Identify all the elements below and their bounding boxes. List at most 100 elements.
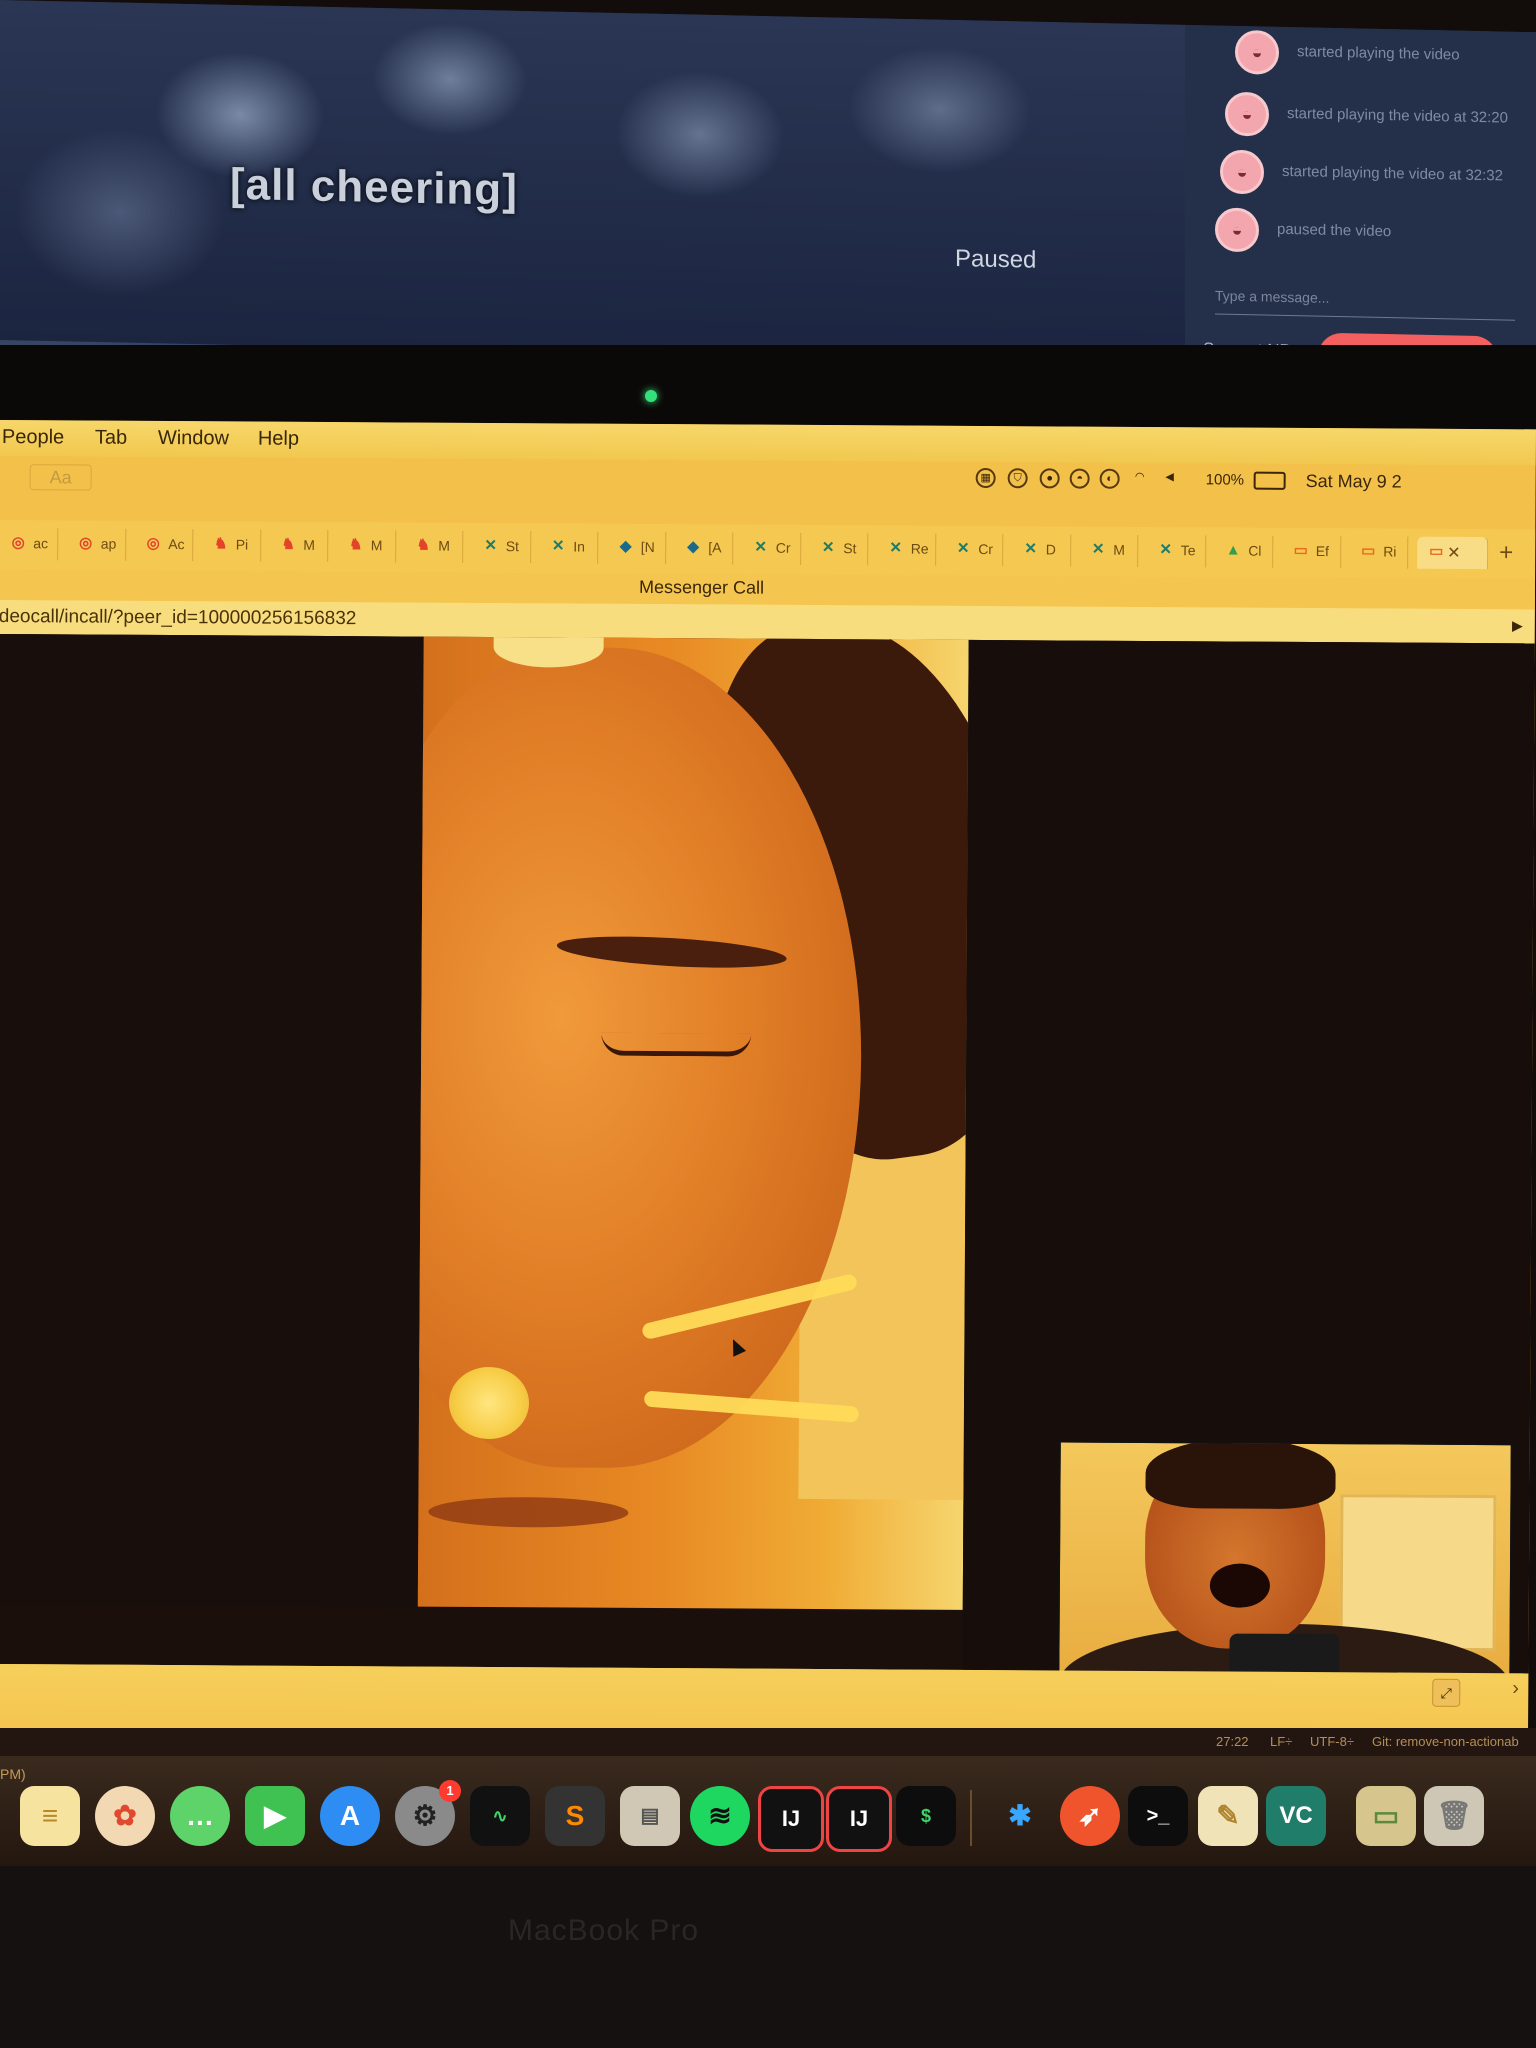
finder-folder-icon[interactable]: ▭ — [1356, 1786, 1416, 1846]
dock: PM) ≡ ✿ … ▶ A ⚙ 1 ∿ S ▤ ≋ IJ IJ $ ✱ ➶ >_… — [0, 1756, 1536, 1866]
sublime-text-icon[interactable]: S — [545, 1786, 605, 1846]
messenger-composer-strip: Aa — [0, 460, 120, 491]
tab-item[interactable]: ◆ [A — [674, 532, 734, 565]
self-hair — [1145, 1440, 1336, 1510]
tab-item[interactable]: ✕ St — [471, 530, 531, 564]
chat-input[interactable]: Type a message... — [1215, 287, 1515, 321]
notification-badge: 1 — [439, 1780, 461, 1802]
tab-label: St — [505, 538, 520, 555]
gitlab-icon: ♞ — [281, 535, 296, 553]
spotify-icon[interactable]: ≋ — [690, 1786, 750, 1846]
git-branch[interactable]: Git: remove-non-actionab — [1372, 1734, 1519, 1749]
remote-participant-video[interactable] — [417, 636, 969, 1610]
menu-bar-clock[interactable]: Sat May 9 2 — [1306, 471, 1402, 493]
x-icon: ✕ — [1159, 541, 1173, 559]
wifi-icon[interactable]: ◠ — [1130, 469, 1150, 489]
tab-item[interactable]: ◎ ap — [66, 528, 126, 561]
battery-percentage[interactable]: 100% — [1206, 471, 1244, 488]
trash-icon[interactable]: 🗑 — [1424, 1786, 1484, 1846]
pages-icon[interactable]: ✎ — [1198, 1786, 1258, 1846]
tab-label: Te — [1180, 542, 1196, 559]
tab-label: M — [1113, 541, 1125, 558]
chat-message-text: paused the video — [1277, 220, 1392, 241]
tab-item[interactable]: ♞ M — [404, 530, 464, 563]
tab-item[interactable]: ♞ Pi — [201, 529, 261, 562]
slides-icon: ▭ — [1361, 542, 1376, 560]
menu-help[interactable]: Help — [258, 428, 299, 451]
tab-item[interactable]: ✕ Te — [1146, 535, 1206, 568]
tab-item[interactable]: ✕ Re — [876, 533, 936, 566]
x-icon: ✕ — [551, 537, 565, 555]
intellij-icon[interactable]: IJ — [826, 1786, 892, 1852]
photos-icon[interactable]: ✿ — [95, 1786, 155, 1846]
bookmark-icon[interactable]: ▶ — [1512, 617, 1523, 634]
file-encoding[interactable]: UTF-8÷ — [1310, 1734, 1354, 1749]
shield-icon[interactable]: ⛉ — [1007, 468, 1028, 489]
battery-icon[interactable] — [1253, 471, 1286, 490]
expand-icon[interactable]: ⤢ — [1432, 1678, 1461, 1707]
tab-item[interactable]: ✕ Cr — [741, 532, 801, 565]
user-icon[interactable]: ◓ — [1069, 468, 1090, 489]
new-tab-button[interactable]: + — [1499, 539, 1513, 567]
x-icon: ✕ — [484, 536, 498, 555]
messenger-call-area — [0, 633, 1535, 1713]
x-icon: ✕ — [956, 539, 970, 557]
external-video-player[interactable]: [all cheering] Paused — [0, 0, 1185, 365]
tab-item[interactable]: ▭ Ef — [1281, 535, 1341, 569]
x-icon: ✕ — [1091, 540, 1105, 558]
facetime-icon[interactable]: ▶ — [245, 1786, 305, 1846]
swift-icon[interactable]: ➶ — [1060, 1786, 1120, 1846]
intellij-icon[interactable]: IJ — [758, 1786, 824, 1852]
terminal-icon[interactable]: >_ — [1128, 1786, 1188, 1846]
app-store-icon[interactable]: A — [320, 1786, 380, 1846]
dock-separator — [970, 1790, 972, 1846]
tab-item[interactable]: ◆ [N — [606, 531, 666, 565]
tab-item[interactable]: ▲ Cl — [1214, 535, 1274, 568]
user-avatar-icon: ◒ — [1215, 207, 1259, 253]
user-avatar-icon: ◒ — [1235, 29, 1279, 75]
record-icon[interactable]: ● — [1039, 468, 1060, 489]
vscode-icon[interactable]: VC — [1266, 1786, 1326, 1846]
tab-item[interactable]: ✕ Cr — [944, 533, 1004, 567]
watch-party-chat: ◒ started playing the video ◒ started pl… — [1185, 24, 1536, 385]
tab-item[interactable]: ✕ M — [1079, 534, 1139, 567]
close-tab-icon[interactable]: ✕ — [1447, 543, 1461, 563]
tab-item[interactable]: ◎ ac — [0, 527, 59, 561]
tab-item[interactable]: ✕ In — [539, 531, 599, 564]
tab-label: Cl — [1248, 542, 1262, 559]
tab-label: In — [573, 538, 585, 555]
diamond-icon: ◆ — [619, 537, 632, 555]
volume-icon[interactable]: ◀ — [1160, 469, 1180, 489]
menu-people[interactable]: People — [2, 426, 64, 449]
notes-icon[interactable]: ≡ — [20, 1786, 80, 1846]
chat-message: ◒ paused the video — [1215, 207, 1515, 261]
activity-monitor-icon[interactable]: ∿ — [470, 1786, 530, 1846]
tab-icon: ◎ — [146, 534, 160, 552]
x-icon: ✕ — [1024, 540, 1038, 558]
tab-item[interactable]: ◎ Ac — [134, 528, 194, 562]
cursor-position[interactable]: 27:22 — [1216, 1734, 1249, 1749]
tab-messenger-call[interactable]: ▭ ✕ — [1417, 536, 1489, 570]
tab-item[interactable]: ▭ Ri — [1349, 536, 1409, 569]
tab-item[interactable]: ✕ D — [1011, 534, 1071, 567]
tab-item[interactable]: ♞ M — [269, 529, 329, 563]
menu-tab[interactable]: Tab — [95, 427, 127, 450]
tab-label: D — [1045, 541, 1056, 558]
message-input[interactable]: Aa — [29, 464, 92, 491]
chevron-right-icon[interactable]: › — [1512, 1677, 1519, 1700]
docker-icon[interactable]: ▦ — [975, 467, 996, 489]
terminal-icon[interactable]: $ — [896, 1786, 956, 1846]
line-separator[interactable]: LF÷ — [1270, 1734, 1292, 1749]
system-preferences-icon[interactable]: ⚙ 1 — [395, 1780, 461, 1846]
menu-window[interactable]: Window — [158, 427, 229, 450]
sync-icon[interactable]: ◐ — [1099, 468, 1120, 489]
tab-item[interactable]: ✕ St — [809, 532, 869, 566]
preview-icon[interactable]: ▤ — [620, 1786, 680, 1846]
url-text[interactable]: deocall/incall/?peer_id=100000256156832 — [0, 606, 356, 630]
tab-label: M — [438, 537, 450, 554]
cat-nose-filter-icon — [448, 1366, 530, 1440]
tab-item[interactable]: ♞ M — [336, 530, 396, 563]
messages-icon[interactable]: … — [170, 1786, 230, 1846]
tab-label: Pi — [235, 536, 249, 553]
bluetooth-icon[interactable]: ✱ — [990, 1786, 1050, 1846]
